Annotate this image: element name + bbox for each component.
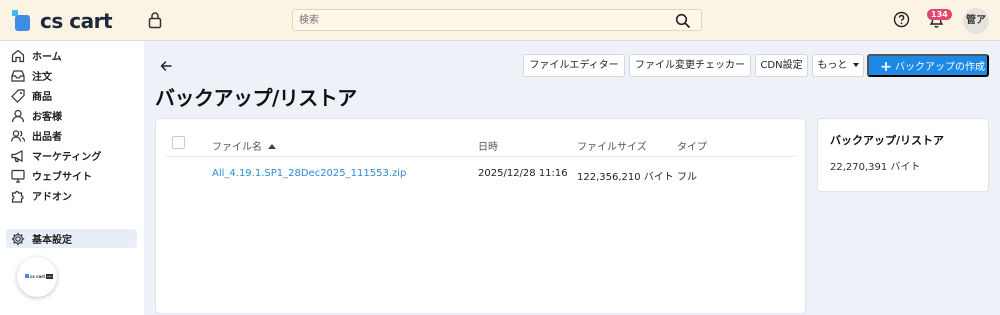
back-arrow-icon[interactable] xyxy=(158,58,174,74)
sidebar-item-label: お客様 xyxy=(32,112,62,123)
search-box xyxy=(292,9,702,31)
search-icon[interactable] xyxy=(675,13,691,29)
sidebar-item-label: ホーム xyxy=(32,52,62,63)
select-all-checkbox[interactable] xyxy=(172,136,185,149)
logo-text: cs cart xyxy=(40,9,113,33)
caret-down-icon xyxy=(852,63,859,67)
megaphone-icon xyxy=(10,148,26,164)
file-change-checker-button[interactable]: ファイル変更チェッカー xyxy=(629,54,751,77)
create-backup-label: バックアップの作成 xyxy=(895,62,985,73)
inbox-icon xyxy=(10,68,26,84)
backup-table: ファイル名 日時 ファイルサイズ タイプ All_4.19.1.SP1_28De… xyxy=(155,118,806,314)
tag-icon xyxy=(10,88,26,104)
puzzle-icon xyxy=(10,188,26,204)
sidebar-item-orders[interactable]: 注文 xyxy=(6,66,137,85)
sidebar-item-label: マーケティング xyxy=(32,152,102,163)
sidebar-item-label: 基本設定 xyxy=(32,235,72,246)
backup-file-link[interactable]: All_4.19.1.SP1_28Dec2025_111553.zip xyxy=(212,168,406,179)
promo-logo: cs cart ··· xyxy=(25,274,53,279)
notification-badge: 134 xyxy=(927,9,952,20)
help-icon[interactable] xyxy=(893,11,910,28)
avatar[interactable]: 管ア xyxy=(963,8,989,34)
logo[interactable]: cs cart xyxy=(12,8,113,34)
search-input[interactable] xyxy=(299,12,659,28)
users-icon xyxy=(10,128,26,144)
user-icon xyxy=(10,108,26,124)
summary-panel: バックアップ/リストア 22,270,391 バイト xyxy=(817,118,989,192)
sidebar-item-label: 注文 xyxy=(32,72,52,83)
backup-size: 122,356,210 バイト xyxy=(577,172,674,183)
more-dropdown-button[interactable]: もっと xyxy=(812,54,864,77)
sidebar-item-label: ウェブサイト xyxy=(32,172,92,183)
column-header-type[interactable]: タイプ xyxy=(677,138,707,153)
sidebar-item-label: 出品者 xyxy=(32,132,62,143)
column-header-filename[interactable]: ファイル名 xyxy=(212,138,276,153)
backup-datetime: 2025/12/28 11:16 xyxy=(478,168,568,179)
sidebar-item-marketing[interactable]: マーケティング xyxy=(6,146,137,165)
gear-icon xyxy=(10,231,26,247)
monitor-icon xyxy=(10,168,26,184)
top-bar: cs cart 134 管ア xyxy=(0,0,1000,41)
cdn-settings-button[interactable]: CDN設定 xyxy=(755,54,808,77)
sort-asc-icon xyxy=(268,143,276,149)
file-editor-button[interactable]: ファイルエディター xyxy=(523,54,625,77)
sidebar-item-addons[interactable]: アドオン xyxy=(6,186,137,205)
promo-badge[interactable]: cs cart ··· xyxy=(17,257,57,297)
summary-total-size: 22,270,391 バイト xyxy=(830,162,921,173)
sidebar-item-vendors[interactable]: 出品者 xyxy=(6,126,137,145)
create-backup-button[interactable]: + バックアップの作成 xyxy=(867,54,989,77)
sidebar-item-label: 商品 xyxy=(32,92,52,103)
sidebar-item-products[interactable]: 商品 xyxy=(6,86,137,105)
header-divider xyxy=(166,156,796,157)
sidebar-item-settings[interactable]: 基本設定 xyxy=(6,229,137,248)
lock-icon[interactable] xyxy=(147,11,163,29)
more-label: もっと xyxy=(817,60,848,71)
sidebar-item-label: アドオン xyxy=(32,192,72,203)
backup-type: フル xyxy=(677,172,697,183)
plus-icon: + xyxy=(880,59,892,75)
column-header-datetime[interactable]: 日時 xyxy=(478,138,498,153)
page-title: バックアップ/リストア xyxy=(155,86,357,110)
home-icon xyxy=(10,48,26,64)
sidebar-item-website[interactable]: ウェブサイト xyxy=(6,166,137,185)
sidebar-item-customers[interactable]: お客様 xyxy=(6,106,137,125)
logo-mark xyxy=(12,10,34,32)
column-header-filesize[interactable]: ファイルサイズ xyxy=(577,138,647,153)
summary-title: バックアップ/リストア xyxy=(830,134,945,147)
sidebar-item-home[interactable]: ホーム xyxy=(6,46,137,65)
